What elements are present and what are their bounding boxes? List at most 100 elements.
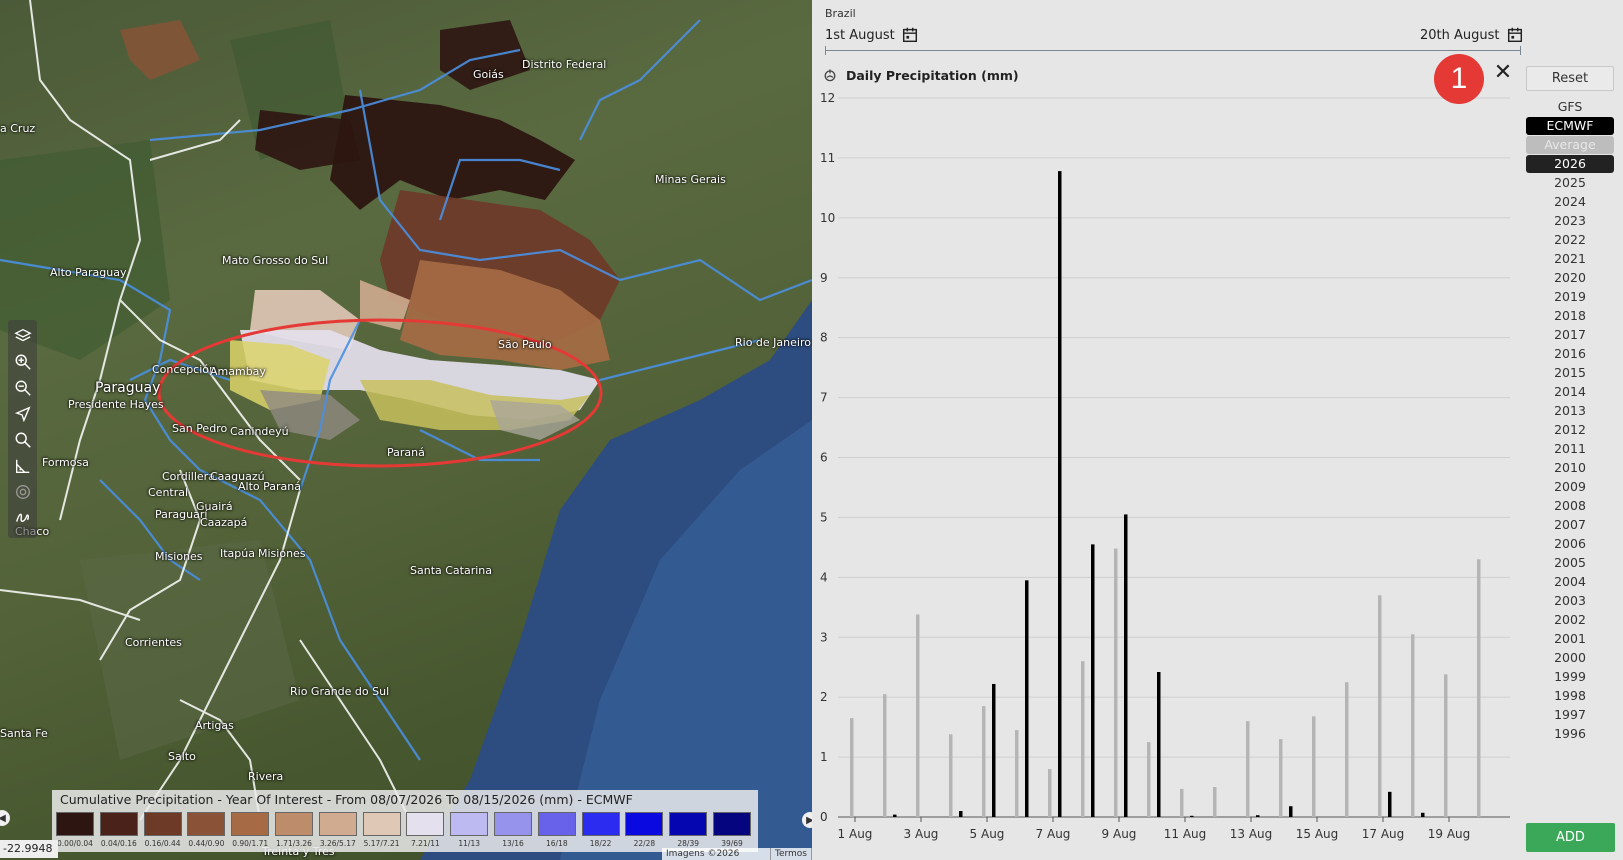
draw-freehand-icon[interactable] [11,505,35,531]
year-option[interactable]: 2010 [1526,459,1614,477]
legend-swatch [56,812,94,836]
year-option[interactable]: 2021 [1526,250,1614,268]
year-option[interactable]: 2007 [1526,516,1614,534]
year-option[interactable]: 2023 [1526,212,1614,230]
map-label-santa-catarina: Santa Catarina [410,564,493,577]
y-tick-label: 10 [820,211,835,225]
year-option[interactable]: 2001 [1526,630,1614,648]
year-option[interactable]: 2000 [1526,649,1614,667]
year-option[interactable]: 2013 [1526,402,1614,420]
year-option[interactable]: 2004 [1526,573,1614,591]
map-label-minas-gerais: Minas Gerais [655,173,726,186]
y-tick-label: 12 [820,91,835,105]
map-label-central: Central [148,486,189,499]
year-option[interactable]: 1998 [1526,687,1614,705]
year-option[interactable]: 2011 [1526,440,1614,458]
year-option[interactable]: 2025 [1526,174,1614,192]
map-right-arrow-icon[interactable]: ▶ [802,812,812,828]
y-tick-label: 9 [820,271,828,285]
y-tick-label: 3 [820,630,828,644]
year-option[interactable]: 2019 [1526,288,1614,306]
map-label-santa-fe: Santa Fe [0,727,48,740]
map-view[interactable]: Goiás Distrito Federal a Cruz Minas Gerais M… [0,0,812,860]
map-label-paraguay: Paraguay [95,380,161,396]
legend-swatch [625,812,664,836]
map-label-distrito-federal: Distrito Federal [522,58,607,71]
x-tick-label: 9 Aug [1102,827,1137,841]
year-option[interactable]: 2026 [1526,155,1614,173]
add-button[interactable]: ADD [1526,823,1615,852]
year-option[interactable]: 2015 [1526,364,1614,382]
bar-2026 [992,683,996,817]
year-option[interactable]: 2022 [1526,231,1614,249]
step-badge: 1 [1434,54,1484,104]
legend-swatch [669,812,708,836]
year-option[interactable]: 1997 [1526,706,1614,724]
legend-swatch-label: 18/22 [589,839,612,848]
app-root: Goiás Distrito Federal a Cruz Minas Gerais M… [0,0,1623,860]
legend-swatch [713,812,751,836]
year-option[interactable]: 2012 [1526,421,1614,439]
year-option[interactable]: 2009 [1526,478,1614,496]
model-option-average[interactable]: Average [1526,136,1614,154]
zoom-out-icon[interactable] [11,375,35,401]
year-option[interactable]: 2016 [1526,345,1614,363]
reset-button[interactable]: Reset [1526,66,1614,91]
legend-swatch-label: 11/13 [458,839,480,848]
map-label-rio-grande-do-sul: Rio Grande do Sul [290,685,390,698]
terms-link[interactable]: Termos [771,848,812,860]
bar-average [1279,739,1283,817]
legend-swatch [231,812,270,836]
legend-swatch [99,812,138,836]
model-option-ecmwf[interactable]: ECMWF [1526,117,1614,135]
year-option[interactable]: 2020 [1526,269,1614,287]
map-terrain [0,0,812,860]
legend-swatch [143,812,182,836]
y-tick-label: 8 [820,331,828,345]
measure-icon[interactable] [11,453,35,479]
map-label-misiones-arg: Misiones [258,547,306,560]
year-option[interactable]: 1996 [1526,725,1614,743]
year-option[interactable]: 2017 [1526,326,1614,344]
year-option[interactable]: 1999 [1526,668,1614,686]
year-option[interactable]: 2014 [1526,383,1614,401]
locate-arrow-icon[interactable] [11,401,35,427]
map-attribution: Imagens ©2026 NASA Termos [662,848,812,860]
bar-average [1015,730,1019,817]
year-option[interactable]: 2024 [1526,193,1614,211]
close-icon[interactable]: ✕ [1492,62,1514,84]
model-option-gfs[interactable]: GFS [1526,98,1614,116]
x-tick-label: 5 Aug [970,827,1005,841]
map-label-misiones-pry: Misiones [155,550,203,563]
year-option[interactable]: 2002 [1526,611,1614,629]
bar-average [1081,661,1085,817]
legend-swatch-label: 1.71/3.26 [276,839,312,848]
legend-swatch-label: 0.04/0.16 [100,839,137,848]
bar-2026 [1091,544,1095,817]
x-tick-label: 15 Aug [1296,827,1339,841]
search-icon[interactable] [11,427,35,453]
year-option[interactable]: 2006 [1526,535,1614,553]
legend-swatch-label: 0.44/0.90 [188,839,225,848]
map-label-concepcion: Concepción [152,363,216,376]
chart-title: Daily Precipitation (mm) [822,67,1019,83]
legend-swatch-label: 28/39 [677,839,699,848]
bar-average [1378,595,1382,817]
target-icon[interactable] [11,479,35,505]
x-tick-label: 11 Aug [1164,827,1207,841]
bar-2026 [1289,806,1293,817]
legend-swatch-label: 5.17/7.21 [363,839,400,848]
legend-swatch-label: 0.90/1.71 [232,839,269,848]
year-option[interactable]: 2018 [1526,307,1614,325]
year-option[interactable]: 2005 [1526,554,1614,572]
zoom-in-icon[interactable] [11,349,35,375]
map-label-rivera: Rivera [248,770,284,783]
legend-swatch [187,812,226,836]
map-label-presidente-hayes: Presidente Hayes [68,398,164,411]
year-option[interactable]: 2003 [1526,592,1614,610]
bar-average [1114,548,1118,817]
year-option[interactable]: 2008 [1526,497,1614,515]
bar-2026 [1190,815,1194,817]
map-toolbar [8,320,37,538]
layers-icon[interactable] [11,323,35,349]
